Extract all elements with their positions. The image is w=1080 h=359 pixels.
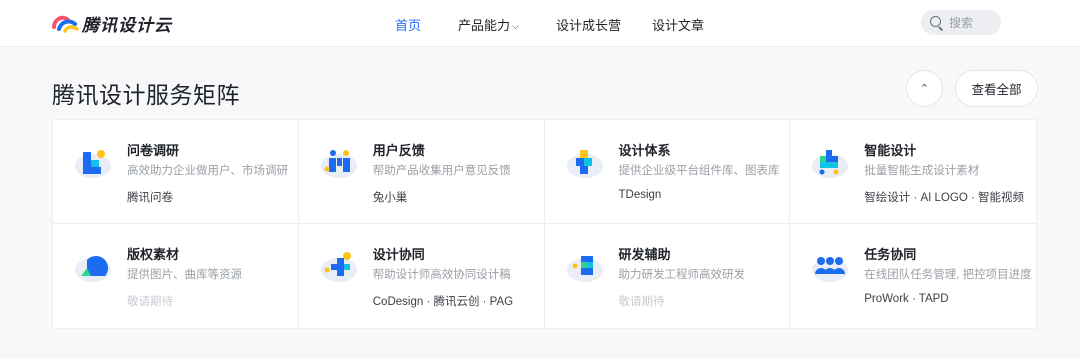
card-link[interactable]: TDesign [619,189,662,201]
chevron-down-icon: ⌵ [512,21,519,31]
feedback-icon [319,142,359,182]
card-link[interactable]: ProWork · TAPD [864,293,948,305]
smart-design-icon [810,142,850,182]
card-desc: 帮助产品收集用户意见反馈 [372,165,511,177]
collapse-button[interactable]: ⌃ [906,70,943,107]
card-design-collab[interactable]: 设计协同 帮助设计师高效协同设计稿 CoDesign · 腾讯云创 · PAG [299,224,545,328]
card-link[interactable]: CoDesign · 腾讯云创 · PAG [373,293,513,309]
card-title: 用户反馈 [372,143,425,158]
survey-icon [73,142,113,182]
card-desc: 助力研发工程师高效研发 [618,269,746,281]
nav-design-camp[interactable]: 设计成长营 [556,15,621,34]
card-link[interactable]: 智绘设计 · AI LOGO · 智能视频 [864,189,1024,205]
card-desc: 在线团队任务管理, 把控项目进度 [864,269,1032,281]
card-title: 智能设计 [864,143,917,158]
card-desc: 批量智能生成设计素材 [864,165,980,177]
design-system-icon [565,142,605,182]
card-smart-design[interactable]: 智能设计 批量智能生成设计素材 智绘设计 · AI LOGO · 智能视频 [790,120,1036,224]
nav-design-articles[interactable]: 设计文章 [652,15,704,34]
card-link: 敬请期待 [127,296,173,308]
search-box[interactable] [921,10,1001,35]
card-dev-assist[interactable]: 研发辅助 助力研发工程师高效研发 敬请期待 [545,224,791,328]
service-grid: 问卷调研 高效助力企业做用户、市场调研 腾讯问卷 用户反馈 帮助产品收集用户意见… [52,119,1037,329]
nav-home[interactable]: 首页 [395,15,421,34]
task-icon [810,246,850,286]
search-icon [930,15,944,30]
card-desc: 高效助力企业做用户、市场调研 [127,165,288,177]
card-link[interactable]: 兔小巢 [373,189,408,205]
nav-product-capabilities[interactable]: 产品能力 ⌵ [458,15,519,34]
card-design-system[interactable]: 设计体系 提供企业级平台组件库、图表库 TDesign [544,120,791,224]
section-title: 腾讯设计服务矩阵 [52,82,240,108]
card-desc: 提供企业级平台组件库、图表库 [618,165,780,177]
card-link: 敬请期待 [618,296,665,308]
card-survey[interactable]: 问卷调研 高效助力企业做用户、市场调研 腾讯问卷 [53,120,299,224]
chevron-up-icon: ⌃ [919,83,930,95]
card-title: 设计体系 [618,143,671,158]
card-feedback[interactable]: 用户反馈 帮助产品收集用户意见反馈 兔小巢 [298,120,545,224]
card-title: 任务协同 [864,247,917,262]
nav-product-capabilities-label: 产品能力 [458,18,511,33]
card-title: 研发辅助 [618,247,671,262]
card-desc: 帮助设计师高效协同设计稿 [372,269,511,281]
card-task-collab[interactable]: 任务协同 在线团队任务管理, 把控项目进度 ProWork · TAPD [790,224,1036,328]
dev-assist-icon [565,246,605,286]
top-header: 腾讯设计云 首页 产品能力 ⌵ 设计成长营 设计文章 [0,0,1080,47]
tencent-cloud-logo-icon [51,12,79,34]
card-title: 版权素材 [127,247,180,262]
logo[interactable]: 腾讯设计云 [51,10,172,36]
card-desc: 提供图片、曲库等资源 [127,269,242,281]
card-copyright-assets[interactable]: 版权素材 提供图片、曲库等资源 敬请期待 [53,224,299,328]
card-title: 设计协同 [372,247,425,262]
card-link[interactable]: 腾讯问卷 [127,189,173,205]
collab-icon [319,246,359,286]
copyright-icon [73,246,113,286]
logo-text: 腾讯设计云 [82,15,172,35]
card-title: 问卷调研 [127,143,180,158]
search-input[interactable] [949,15,999,30]
view-all-button[interactable]: 查看全部 [955,70,1038,107]
